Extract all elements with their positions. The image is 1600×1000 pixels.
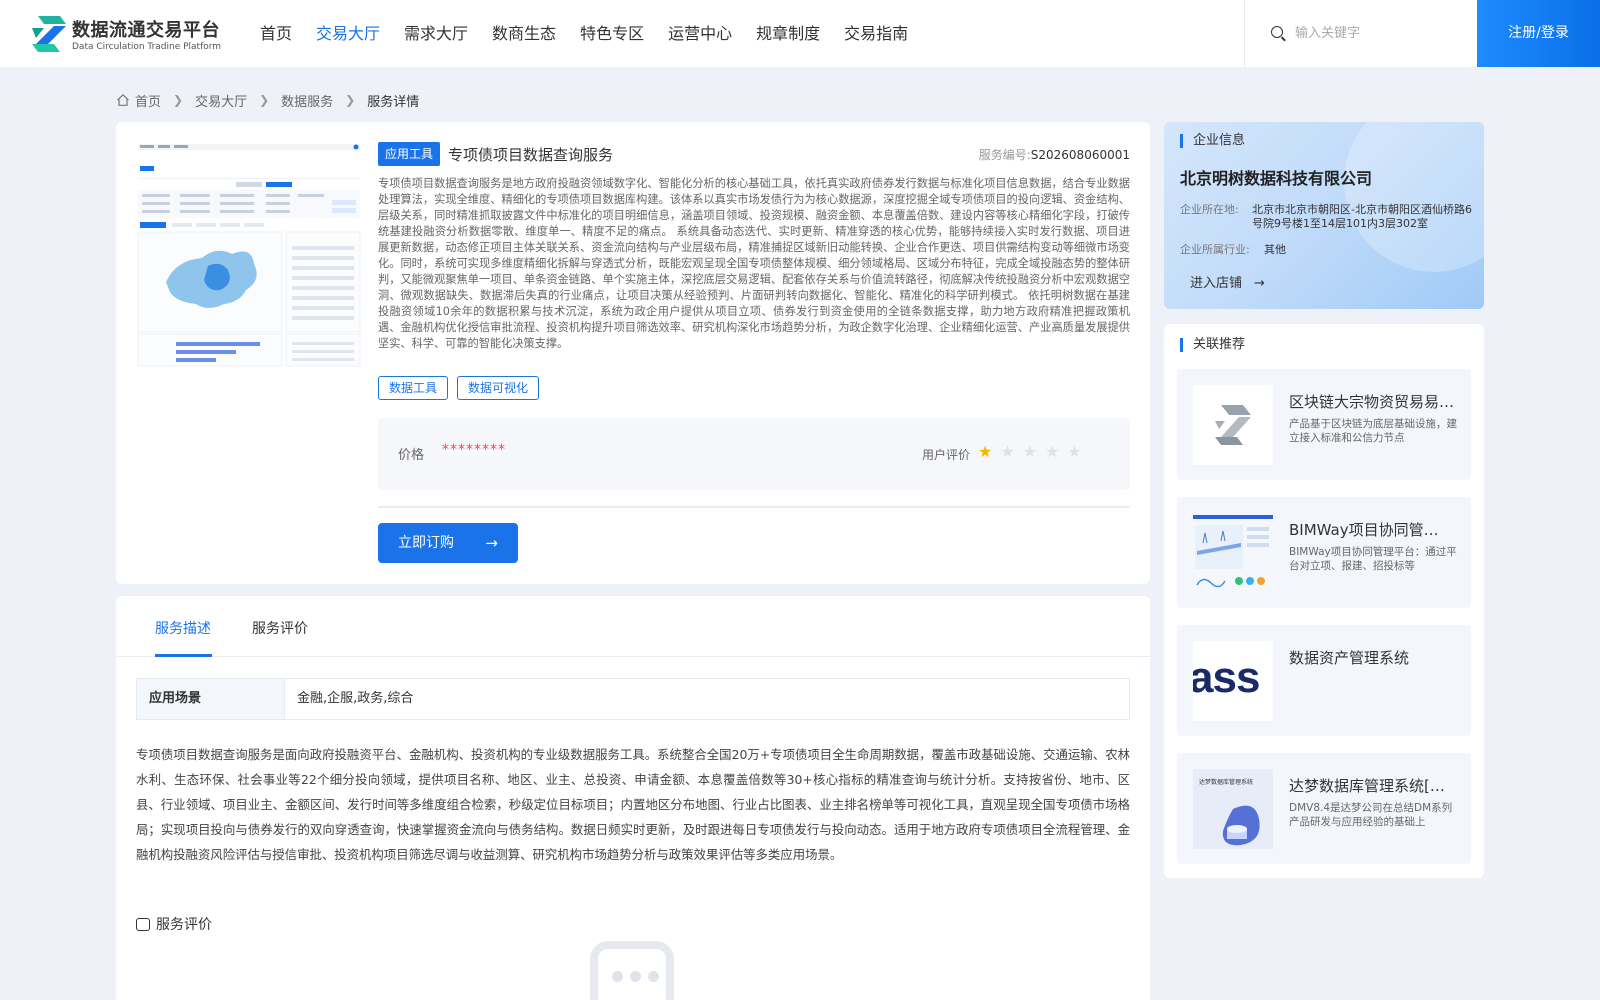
login-register-button[interactable]: 注册/登录 (1477, 0, 1600, 67)
industry-label: 企业所属行业: (1180, 243, 1250, 256)
enter-store-label: 进入店铺 (1190, 276, 1243, 291)
home-icon (117, 93, 129, 106)
message-icon (136, 917, 150, 931)
related-item[interactable]: BIMWay项目协同管… BIMWay项目协同管理平台：通过平台对立项、报建、招… (1177, 497, 1471, 608)
breadcrumb: 首页 ❯ 交易大厅 ❯ 数据服务 ❯ 服务详情 (116, 90, 419, 110)
industry-value: 其他 (1264, 243, 1286, 256)
related-item-thumbnail (1193, 513, 1273, 593)
search-icon[interactable] (1271, 26, 1283, 38)
arrow-right-icon: → (1254, 276, 1265, 291)
related-item[interactable]: 达梦数据库管理系统 达梦数据库管理系统[… DMV8.4是达梦公司在总结DM系列… (1177, 753, 1471, 864)
service-number-label: 服务编号: (978, 148, 1031, 162)
company-industry-row: 企业所属行业: 其他 (1180, 243, 1484, 257)
nav-home[interactable]: 首页 (248, 0, 304, 67)
product-title: 专项债项目数据查询服务 (448, 146, 614, 164)
ass-wordmark: ass (1193, 653, 1260, 702)
nav-trading-hall[interactable]: 交易大厅 (304, 0, 392, 67)
logo-mark-icon (32, 16, 66, 52)
company-name: 北京明树数据科技有限公司 (1180, 169, 1373, 188)
order-now-label: 立即订购 (398, 535, 454, 551)
top-header: 数据流通交易平台 Data Circulation Tradine Platfo… (0, 0, 1600, 67)
breadcrumb-current: 服务详情 (367, 94, 420, 110)
nav-demand-hall[interactable]: 需求大厅 (392, 0, 480, 67)
arrow-right-icon: → (485, 534, 498, 552)
location-value: 北京市北京市朝阳区-北京市朝阳区酒仙桥路6号院9号楼1至14层101内3层302… (1252, 203, 1472, 230)
related-item-desc: 产品基于区块链为底层基础设施，建立接入标准和公信力节点 (1289, 418, 1457, 444)
database-illustration-icon (1222, 805, 1260, 846)
star-icon: ★ (1022, 442, 1038, 461)
price-box: 价格 ******** 用户评价 ★ ★ ★ ★ ★ (378, 418, 1130, 490)
nav-special-zone[interactable]: 特色专区 (568, 0, 656, 67)
breadcrumb-trading-hall[interactable]: 交易大厅 (195, 91, 247, 110)
breadcrumb-data-service[interactable]: 数据服务 (281, 91, 333, 110)
related-item-thumbnail: ass (1193, 641, 1273, 721)
product-description: 专项债项目数据查询服务是地方政府投融资领域数字化、智能化分析的核心基础工具，依托… (378, 177, 1130, 350)
related-item-name: BIMWay项目协同管… (1289, 521, 1439, 539)
bimway-preview-image (1193, 513, 1273, 593)
logo-title: 数据流通交易平台 (72, 20, 220, 41)
nav-operation-center[interactable]: 运营中心 (656, 0, 744, 67)
company-info-card: 企业信息 北京明树数据科技有限公司 企业所在地: 北京市北京市朝阳区-北京市朝阳… (1164, 122, 1484, 309)
logo-subtitle: Data Circulation Tradine Platform (72, 42, 222, 52)
empty-comment-icon (590, 941, 674, 1000)
chevron-right-icon: ❯ (345, 93, 356, 107)
service-detail-card: 服务描述 服务评价 应用场景 金融,企服,政务,综合 专项债项目数据查询服务是面… (116, 596, 1150, 1000)
enter-store-button[interactable]: 进入店铺 → (1190, 272, 1265, 291)
divider (378, 506, 1130, 508)
active-tab-indicator (155, 654, 212, 657)
service-number-value: S202608060001 (1030, 148, 1130, 162)
related-item-name: 达梦数据库管理系统[… (1289, 777, 1445, 795)
related-item-name: 数据资产管理系统 (1289, 649, 1410, 667)
chevron-right-icon: ❯ (259, 93, 270, 107)
search-box (1244, 0, 1477, 67)
related-item-desc: DMV8.4是达梦公司在总结DM系列产品研发与应用经验的基础上 (1289, 802, 1453, 828)
rating-stars: ★ ★ ★ ★ ★ (978, 442, 1082, 461)
review-section-title: 服务评价 (156, 917, 212, 933)
product-chips: 数据工具 数据可视化 (378, 376, 540, 400)
star-icon: ★ (1000, 442, 1015, 461)
related-item-thumbnail (1193, 385, 1273, 465)
nav-ecosystem[interactable]: 数商生态 (480, 0, 568, 67)
related-item-thumbnail: 达梦数据库管理系统 (1193, 769, 1273, 849)
star-icon: ★ (1045, 442, 1060, 461)
service-long-description: 专项债项目数据查询服务是面向政府投融资平台、金融机构、投资机构的专业级数据服务工… (136, 747, 1130, 862)
application-scene-table: 应用场景 金融,企服,政务,综合 (136, 678, 1130, 720)
scene-key: 应用场景 (137, 679, 285, 719)
related-item-name: 区块链大宗物资贸易易… (1289, 393, 1455, 411)
company-location-row: 企业所在地: 北京市北京市朝阳区-北京市朝阳区酒仙桥路6号院9号楼1至14层10… (1180, 203, 1474, 231)
company-section-title: 企业信息 (1180, 134, 1245, 148)
related-item[interactable]: 区块链大宗物资贸易易… 产品基于区块链为底层基础设施，建立接入标准和公信力节点 (1177, 369, 1471, 480)
detail-tabs: 服务描述 服务评价 (116, 596, 1150, 657)
search-input[interactable] (1295, 20, 1465, 46)
tab-service-review[interactable]: 服务评价 (252, 618, 308, 638)
price-label: 价格 (398, 448, 425, 463)
rating-label: 用户评价 (922, 448, 971, 462)
scene-value: 金融,企服,政务,综合 (297, 691, 414, 706)
blockchain-logo-icon (1215, 405, 1251, 445)
price-value: ******** (442, 442, 506, 458)
location-label: 企业所在地: (1180, 203, 1239, 216)
product-card: 应用工具 专项债项目数据查询服务 服务编号:S202608060001 专项债项… (116, 122, 1150, 584)
related-item[interactable]: ass 数据资产管理系统 (1177, 625, 1471, 736)
related-item-desc: BIMWay项目协同管理平台：通过平台对立项、报建、招投标等 (1289, 546, 1457, 572)
site-logo[interactable]: 数据流通交易平台 Data Circulation Tradine Platfo… (30, 14, 230, 56)
review-section-header: 服务评价 (136, 914, 212, 934)
star-icon: ★ (1067, 442, 1082, 461)
related-recommendations: 关联推荐 区块链大宗物资贸易易… 产品基于区块链为底层基础设施，建立接入标准和公… (1164, 324, 1484, 878)
dashboard-preview-image (136, 142, 362, 368)
service-number: 服务编号:S202608060001 (979, 146, 1130, 163)
product-category-tag: 应用工具 (378, 142, 441, 166)
star-icon: ★ (978, 442, 993, 461)
product-screenshot (136, 142, 362, 368)
tab-service-description[interactable]: 服务描述 (155, 618, 211, 638)
nav-regulations[interactable]: 规章制度 (744, 0, 832, 67)
related-section-title: 关联推荐 (1180, 338, 1245, 352)
main-nav: 首页 交易大厅 需求大厅 数商生态 特色专区 运营中心 规章制度 交易指南 (248, 0, 920, 67)
chip-data-tool[interactable]: 数据工具 (378, 376, 449, 400)
nav-trading-guide[interactable]: 交易指南 (832, 0, 920, 67)
chevron-right-icon: ❯ (173, 93, 184, 107)
order-now-button[interactable]: 立即订购 → (378, 523, 518, 563)
chip-data-visualization[interactable]: 数据可视化 (457, 376, 540, 400)
breadcrumb-home[interactable]: 首页 (135, 91, 161, 110)
